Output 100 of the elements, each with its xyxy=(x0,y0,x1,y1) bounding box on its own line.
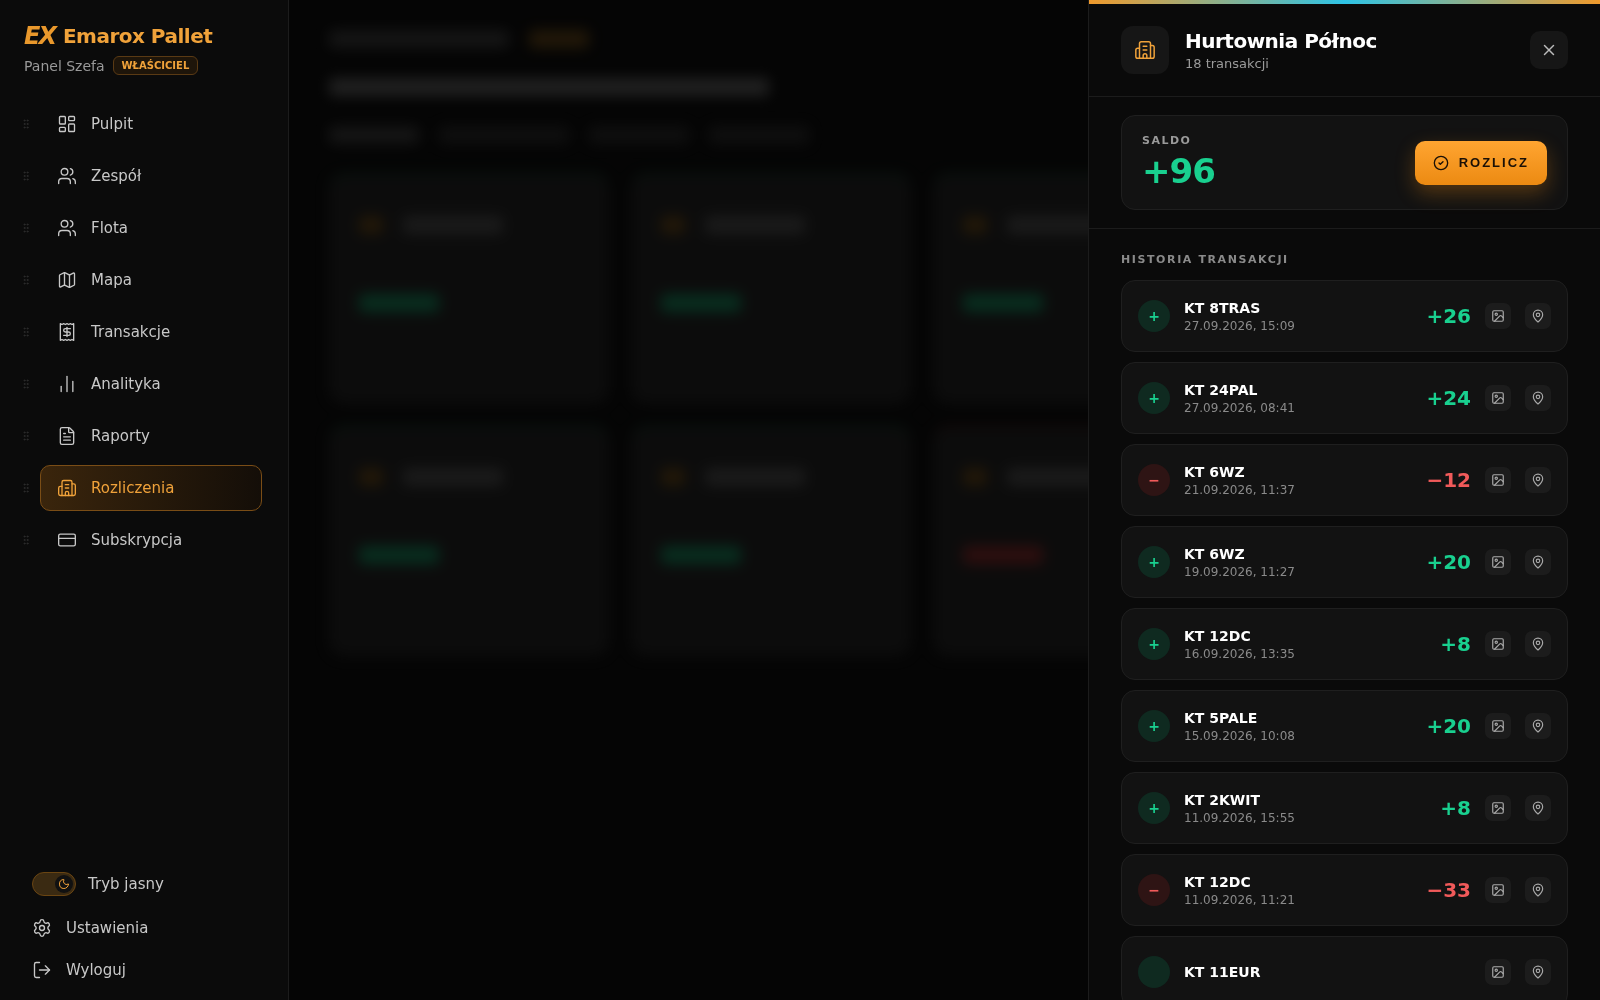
transaction-amount: −12 xyxy=(1426,468,1471,492)
transaction-row[interactable]: + KT 8TRAS 27.09.2026, 15:09 +26 xyxy=(1121,280,1568,352)
logout-icon xyxy=(32,960,52,980)
location-button[interactable] xyxy=(1525,713,1551,739)
moon-icon xyxy=(58,878,70,890)
panel-subtitle: Panel Szefa xyxy=(24,57,105,74)
transaction-row[interactable]: + KT 5PALE 15.09.2026, 10:08 +20 xyxy=(1121,690,1568,762)
transaction-code: KT 6WZ xyxy=(1184,545,1246,562)
transaction-count: 18 transakcji xyxy=(1185,56,1270,71)
sign-badge: − xyxy=(1138,874,1170,906)
brand-name: Emarox Pallet xyxy=(62,24,213,48)
drag-handle-icon[interactable] xyxy=(20,430,32,442)
transaction-amount: +26 xyxy=(1426,304,1471,328)
location-button[interactable] xyxy=(1525,385,1551,411)
image-icon xyxy=(1491,965,1505,979)
transaction-row[interactable]: − KT 6WZ 21.09.2026, 11:37 −12 xyxy=(1121,444,1568,516)
location-button[interactable] xyxy=(1525,631,1551,657)
photo-button[interactable] xyxy=(1485,877,1511,903)
map-pin-icon xyxy=(1531,555,1545,569)
sign-badge: + xyxy=(1138,628,1170,660)
transaction-date: 27.09.2026, 15:09 xyxy=(1184,318,1296,333)
nav-item[interactable]: Flota xyxy=(40,205,262,251)
transaction-row[interactable]: + KT 6WZ 19.09.2026, 11:27 +20 xyxy=(1121,526,1568,598)
nav-item[interactable]: Raporty xyxy=(40,413,262,459)
history-title: HISTORIA TRANSAKCJI xyxy=(1121,253,1290,266)
photo-button[interactable] xyxy=(1485,959,1511,985)
footer-link[interactable]: Ustawienia xyxy=(32,918,288,938)
transaction-row[interactable]: KT 11EUR xyxy=(1121,936,1568,1000)
photo-button[interactable] xyxy=(1485,467,1511,493)
photo-button[interactable] xyxy=(1485,549,1511,575)
photo-button[interactable] xyxy=(1485,713,1511,739)
transaction-row[interactable]: + KT 2KWIT 11.09.2026, 15:55 +8 xyxy=(1121,772,1568,844)
settle-button[interactable]: ROZLICZ xyxy=(1414,140,1547,185)
drag-handle-icon[interactable] xyxy=(20,326,32,338)
map-pin-icon xyxy=(1531,309,1545,323)
transaction-row[interactable]: − KT 12DC 11.09.2026, 11:21 −33 xyxy=(1121,854,1568,926)
location-button[interactable] xyxy=(1525,877,1551,903)
sign-badge: + xyxy=(1138,382,1170,414)
nav-item[interactable]: Transakcje xyxy=(40,309,262,355)
footer-link[interactable]: Wyloguj xyxy=(32,960,288,980)
map-pin-icon xyxy=(1531,883,1545,897)
close-button[interactable] xyxy=(1530,31,1568,69)
check-circle-icon xyxy=(1432,154,1449,171)
photo-button[interactable] xyxy=(1485,795,1511,821)
transaction-date: 27.09.2026, 08:41 xyxy=(1184,400,1296,415)
location-button[interactable] xyxy=(1525,549,1551,575)
transaction-code: KT 11EUR xyxy=(1184,964,1262,980)
nav-item[interactable]: Rozliczenia xyxy=(40,465,262,511)
location-button[interactable] xyxy=(1525,303,1551,329)
nav-item[interactable]: Analityka xyxy=(40,361,262,407)
transaction-row[interactable]: + KT 24PAL 27.09.2026, 08:41 +24 xyxy=(1121,362,1568,434)
map-pin-icon xyxy=(1531,391,1545,405)
map-pin-icon xyxy=(1531,637,1545,651)
image-icon xyxy=(1491,719,1505,733)
image-icon xyxy=(1491,637,1505,651)
settings-icon xyxy=(32,918,52,938)
transaction-amount: +20 xyxy=(1426,714,1471,738)
transaction-code: KT 12DC xyxy=(1184,627,1252,644)
nav-item[interactable]: Mapa xyxy=(40,257,262,303)
photo-button[interactable] xyxy=(1485,303,1511,329)
nav-item[interactable]: Zespół xyxy=(40,153,262,199)
users-icon xyxy=(57,218,77,238)
transaction-code: KT 2KWIT xyxy=(1184,791,1262,808)
image-icon xyxy=(1491,883,1505,897)
drag-handle-icon[interactable] xyxy=(20,274,32,286)
nav-item[interactable]: Pulpit xyxy=(40,101,262,147)
image-icon xyxy=(1491,801,1505,815)
transaction-date: 11.09.2026, 11:21 xyxy=(1184,892,1296,907)
drag-handle-icon[interactable] xyxy=(20,534,32,546)
receipt-icon xyxy=(57,322,77,342)
transaction-date: 16.09.2026, 13:35 xyxy=(1184,646,1296,661)
transaction-amount: +20 xyxy=(1426,550,1471,574)
theme-label: Tryb jasny xyxy=(88,875,164,893)
transaction-code: KT 24PAL xyxy=(1184,381,1259,398)
transaction-row[interactable]: + KT 12DC 16.09.2026, 13:35 +8 xyxy=(1121,608,1568,680)
theme-switch[interactable] xyxy=(32,872,76,896)
image-icon xyxy=(1491,309,1505,323)
transaction-amount: +8 xyxy=(1440,632,1471,656)
balance-label: SALDO xyxy=(1142,134,1193,147)
transaction-amount: +8 xyxy=(1440,796,1471,820)
drag-handle-icon[interactable] xyxy=(20,222,32,234)
photo-button[interactable] xyxy=(1485,385,1511,411)
drawer-title: Hurtownia Północ xyxy=(1185,29,1378,53)
transaction-amount: +24 xyxy=(1426,386,1471,410)
location-button[interactable] xyxy=(1525,467,1551,493)
document-icon xyxy=(57,426,77,446)
transaction-date: 21.09.2026, 11:37 xyxy=(1184,482,1296,497)
location-button[interactable] xyxy=(1525,795,1551,821)
drag-handle-icon[interactable] xyxy=(20,118,32,130)
location-button[interactable] xyxy=(1525,959,1551,985)
map-pin-icon xyxy=(1531,473,1545,487)
drag-handle-icon[interactable] xyxy=(20,170,32,182)
role-badge: WŁAŚCICIEL xyxy=(112,56,199,75)
nav-item[interactable]: Subskrypcja xyxy=(40,517,262,563)
drag-handle-icon[interactable] xyxy=(20,378,32,390)
transaction-amount: −33 xyxy=(1426,878,1471,902)
photo-button[interactable] xyxy=(1485,631,1511,657)
drag-handle-icon[interactable] xyxy=(20,482,32,494)
dashboard-icon xyxy=(57,114,77,134)
transaction-code: KT 5PALE xyxy=(1184,709,1259,726)
